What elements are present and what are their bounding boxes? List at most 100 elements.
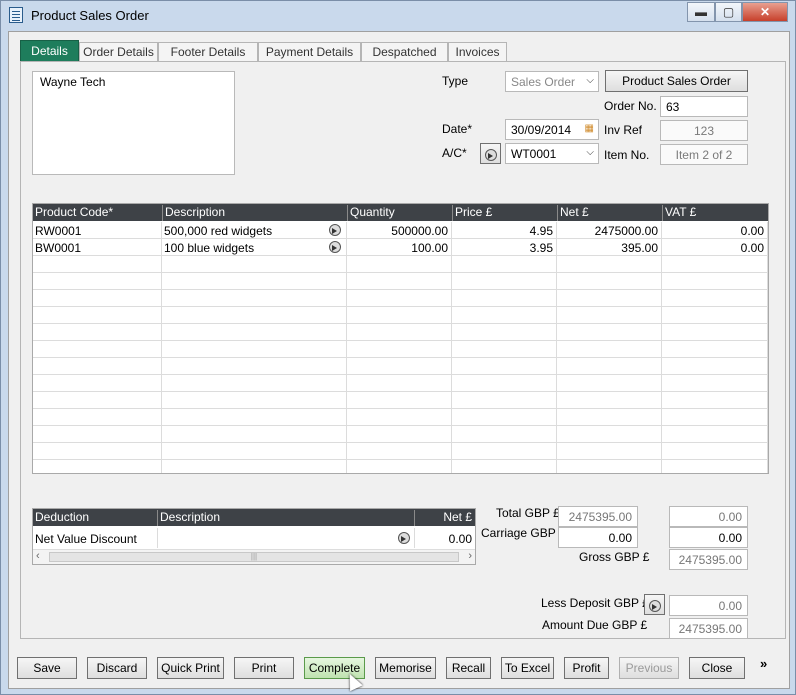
to-excel-button[interactable]: To Excel <box>501 657 554 679</box>
cell-price[interactable] <box>452 443 557 460</box>
cell-net[interactable] <box>557 358 662 375</box>
cell-code[interactable] <box>33 256 162 273</box>
cell-net[interactable] <box>557 324 662 341</box>
product-sales-order-button[interactable]: Product Sales Order <box>605 70 748 92</box>
cell-price[interactable] <box>452 273 557 290</box>
table-row[interactable] <box>33 307 768 324</box>
cell-net[interactable] <box>557 290 662 307</box>
profit-button[interactable]: Profit <box>564 657 609 679</box>
cell-quantity[interactable] <box>347 392 452 409</box>
cell-vat[interactable] <box>662 392 768 409</box>
table-row[interactable] <box>33 426 768 443</box>
cell-description[interactable] <box>162 375 347 392</box>
cell-quantity[interactable] <box>347 358 452 375</box>
ac-select[interactable]: WT0001 ⌵ <box>505 143 599 164</box>
minimize-button[interactable]: ▬ <box>687 2 715 22</box>
cell-vat[interactable] <box>662 307 768 324</box>
cell-net[interactable] <box>557 426 662 443</box>
tab-payment-details[interactable]: Payment Details <box>258 42 361 61</box>
cell-description[interactable] <box>162 443 347 460</box>
cell-net[interactable] <box>557 256 662 273</box>
cell-net[interactable] <box>557 409 662 426</box>
print-button[interactable]: Print <box>234 657 294 679</box>
cell-description[interactable] <box>162 426 347 443</box>
cell-quantity[interactable] <box>347 324 452 341</box>
cell-price[interactable] <box>452 290 557 307</box>
cell-description[interactable] <box>162 307 347 324</box>
cell-code[interactable] <box>33 460 162 473</box>
col-description[interactable]: Description <box>162 205 225 221</box>
tab-order-details[interactable]: Order Details <box>79 42 158 61</box>
cell-quantity[interactable] <box>347 273 452 290</box>
cell-quantity[interactable] <box>347 426 452 443</box>
tab-invoices[interactable]: Invoices <box>448 42 507 61</box>
arrow-circle-icon[interactable] <box>398 532 410 544</box>
col-deduction-description[interactable]: Description <box>157 510 220 526</box>
col-deduction-net[interactable]: Net £ <box>414 510 475 526</box>
cell-description[interactable] <box>162 324 347 341</box>
deductions-grid[interactable]: Deduction Description Net £ Net Value Di… <box>32 508 476 565</box>
cell-code[interactable] <box>33 409 162 426</box>
cell-price[interactable]: 3.95 <box>452 239 557 256</box>
table-row[interactable] <box>33 443 768 460</box>
cell-quantity[interactable] <box>347 375 452 392</box>
calendar-icon[interactable]: ▦ <box>585 123 594 134</box>
cell-net[interactable] <box>557 307 662 324</box>
inv-ref-field[interactable]: 123 <box>660 120 748 141</box>
col-quantity[interactable]: Quantity <box>347 205 395 221</box>
carriage-net-field[interactable]: 0.00 <box>558 527 638 548</box>
cell-quantity[interactable]: 500000.00 <box>347 222 452 239</box>
cell-description[interactable] <box>162 341 347 358</box>
cell-code[interactable] <box>33 290 162 307</box>
cell-vat[interactable] <box>662 341 768 358</box>
table-row[interactable]: BW0001 100 blue widgets 100.00 3.95 395.00 0.… <box>33 239 768 256</box>
type-select[interactable]: Sales Order ⌵ <box>505 71 599 92</box>
cell-vat[interactable]: 0.00 <box>662 222 768 239</box>
cell-code[interactable] <box>33 375 162 392</box>
items-grid[interactable]: Product Code* Description Quantity Price… <box>32 203 769 474</box>
cell-description[interactable]: 500,000 red widgets <box>162 222 347 239</box>
cell-price[interactable] <box>452 375 557 392</box>
title-bar[interactable]: Product Sales Order ▬ ▢ ✕ <box>1 1 795 29</box>
table-row[interactable] <box>33 341 768 358</box>
cell-code[interactable] <box>33 426 162 443</box>
cell-price[interactable] <box>452 256 557 273</box>
cell-price[interactable] <box>452 307 557 324</box>
cell-vat[interactable] <box>662 426 768 443</box>
deduction-row[interactable]: Net Value Discount 0.00 <box>33 528 475 548</box>
cell-price[interactable]: 4.95 <box>452 222 557 239</box>
maximize-button[interactable]: ▢ <box>715 2 742 22</box>
table-row[interactable] <box>33 392 768 409</box>
table-row[interactable] <box>33 460 768 473</box>
cell-net[interactable] <box>557 375 662 392</box>
table-row[interactable] <box>33 290 768 307</box>
cell-code[interactable] <box>33 392 162 409</box>
cell-vat[interactable] <box>662 375 768 392</box>
cell-description[interactable] <box>162 392 347 409</box>
cell-description[interactable] <box>162 256 347 273</box>
tab-details[interactable]: Details <box>20 40 79 62</box>
cell-price[interactable] <box>452 392 557 409</box>
cell-code[interactable] <box>33 358 162 375</box>
deduction-net[interactable]: 0.00 <box>415 528 475 548</box>
cell-price[interactable] <box>452 426 557 443</box>
cell-vat[interactable] <box>662 460 768 473</box>
close-button[interactable]: Close <box>689 657 745 679</box>
cell-net[interactable] <box>557 341 662 358</box>
cell-vat[interactable]: 0.00 <box>662 239 768 256</box>
arrow-circle-icon[interactable] <box>329 224 341 236</box>
deduction-description[interactable] <box>158 528 415 548</box>
carriage-vat-field[interactable]: 0.00 <box>669 527 748 548</box>
date-field[interactable]: 30/09/2014 ▦ <box>505 119 599 140</box>
cell-description[interactable] <box>162 460 347 473</box>
cell-description[interactable] <box>162 273 347 290</box>
ac-lookup-button[interactable] <box>480 143 501 164</box>
cell-quantity[interactable] <box>347 256 452 273</box>
arrow-circle-icon[interactable] <box>329 241 341 253</box>
save-button[interactable]: Save <box>17 657 77 679</box>
table-row[interactable] <box>33 273 768 290</box>
col-price[interactable]: Price £ <box>452 205 492 221</box>
memorise-button[interactable]: Memorise <box>375 657 436 679</box>
table-row[interactable]: RW0001 500,000 red widgets 500000.00 4.95 24… <box>33 222 768 239</box>
cell-quantity[interactable] <box>347 341 452 358</box>
